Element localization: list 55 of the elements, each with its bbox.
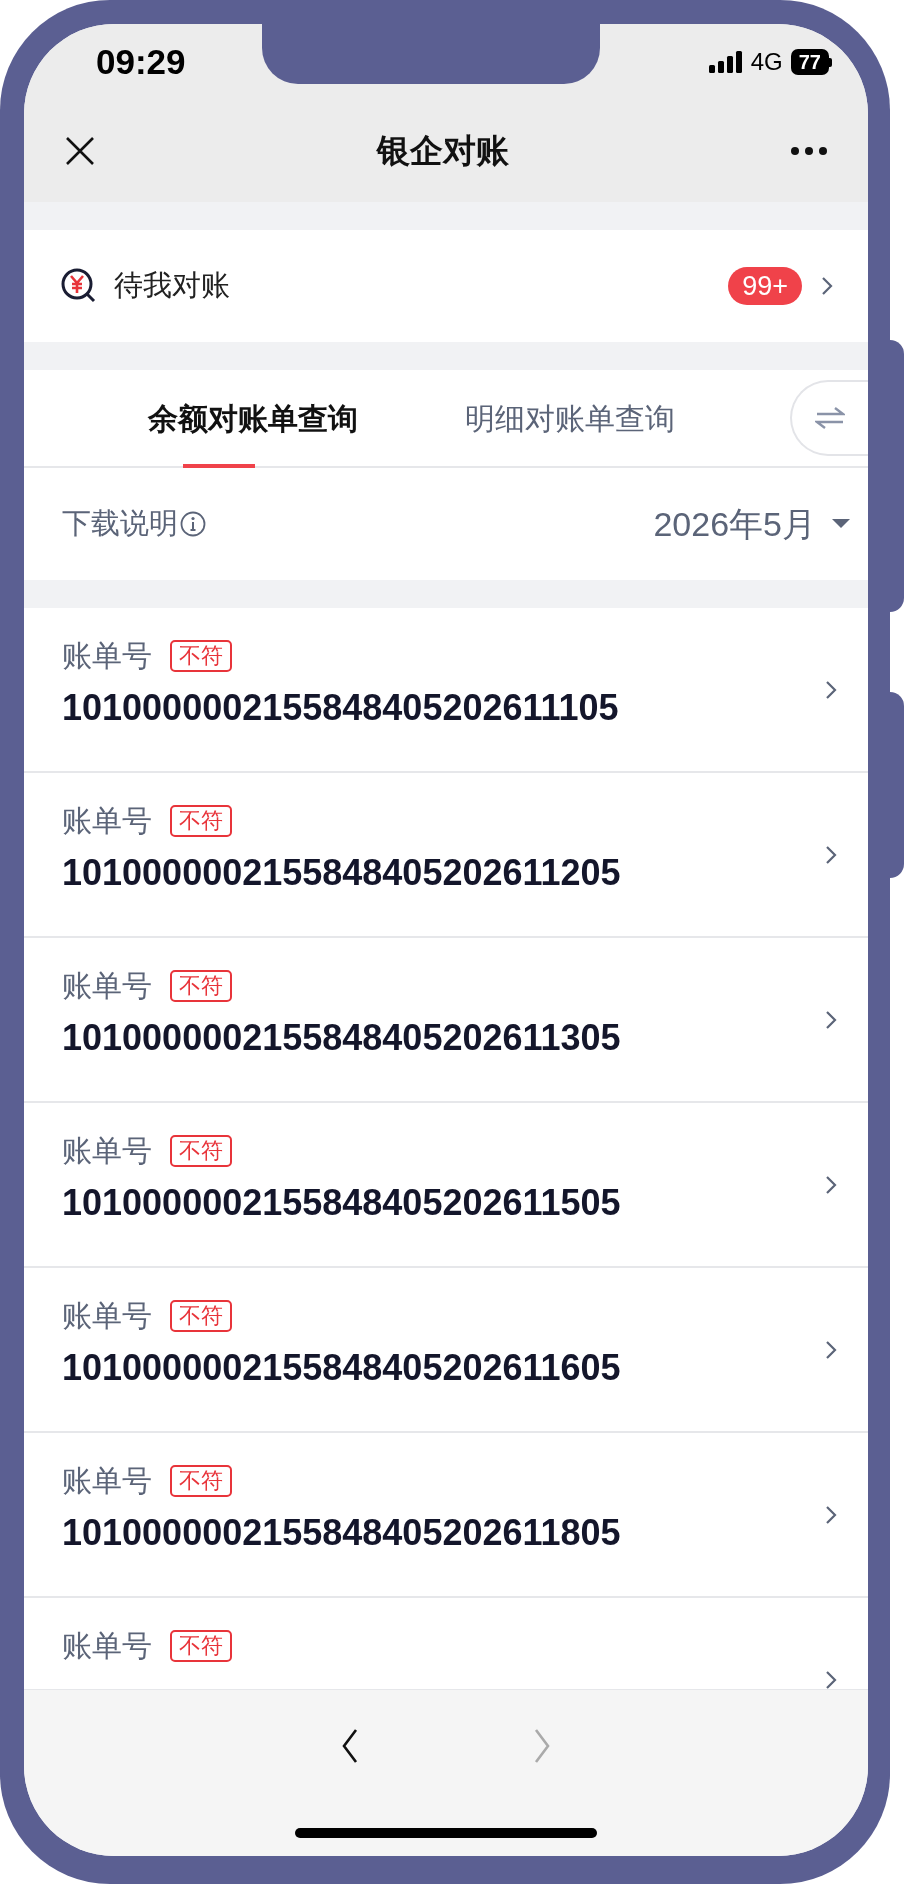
status-time: 09:29 <box>96 40 186 83</box>
pending-label: 待我对账 <box>114 268 231 304</box>
mismatch-tag: 不符 <box>170 1300 232 1332</box>
chevron-right-icon <box>824 1174 838 1195</box>
bill-label: 账单号 <box>62 1463 152 1499</box>
mismatch-tag: 不符 <box>170 970 232 1002</box>
bill-row[interactable]: 账单号 不符 1010000002155848405202611505 <box>24 1103 868 1268</box>
bill-label: 账单号 <box>62 1628 152 1664</box>
search-money-icon <box>60 267 98 305</box>
bill-row[interactable]: 账单号 不符 1010000002155848405202611105 <box>24 608 868 773</box>
chevron-right-icon <box>824 1669 838 1689</box>
chevron-right-icon <box>824 679 838 700</box>
info-icon[interactable] <box>180 511 206 537</box>
back-button[interactable] <box>340 1728 360 1764</box>
bill-number: 1010000002155848405202611505 <box>62 1181 622 1225</box>
signal-icon <box>708 51 743 73</box>
network-label: 4G <box>750 47 783 77</box>
swap-icon <box>814 407 845 429</box>
switch-button[interactable] <box>789 380 868 456</box>
chevron-right-icon <box>824 1504 838 1525</box>
bill-label: 账单号 <box>62 1133 152 1169</box>
download-help-link[interactable]: 下载说明 <box>62 502 178 546</box>
tab[interactable]: 余额对账单查询 <box>24 370 414 466</box>
bill-label: 账单号 <box>62 968 152 1004</box>
bill-number: 1010000002155848405202611805 <box>62 1511 622 1555</box>
tab[interactable]: 明细对账单查询 <box>413 370 790 466</box>
battery-level: 77 <box>790 49 829 75</box>
bill-row[interactable]: 账单号 不符 1010000002155848405202611605 <box>24 1268 868 1433</box>
pending-row[interactable]: 待我对账 99+ <box>24 230 868 342</box>
bill-row[interactable]: 账单号 不符 1010000002155848405202611805 <box>24 1433 868 1598</box>
mismatch-tag: 不符 <box>170 1135 232 1167</box>
bill-row[interactable]: 账单号 不符 1010000002155848405202611305 <box>24 938 868 1103</box>
mismatch-tag: 不符 <box>170 1465 232 1497</box>
month-dropdown[interactable]: 2026年5月 <box>653 498 850 550</box>
bill-number: 1010000002155848405202611305 <box>62 1016 622 1060</box>
close-icon[interactable] <box>64 135 96 167</box>
mismatch-tag: 不符 <box>170 805 232 837</box>
count-badge: 99+ <box>728 267 802 305</box>
page-title: 银企对账 <box>377 131 509 172</box>
bill-label: 账单号 <box>62 638 152 674</box>
battery-tip <box>829 57 832 67</box>
bill-number: 1010000002155848405202611205 <box>62 851 622 895</box>
chevron-right-icon <box>824 844 838 865</box>
chevron-right-icon <box>824 1339 838 1360</box>
more-icon[interactable] <box>790 146 828 156</box>
bill-number: 1010000002155848405202611105 <box>62 686 620 730</box>
chevron-right-icon <box>820 276 834 296</box>
mismatch-tag: 不符 <box>170 640 232 672</box>
mismatch-tag: 不符 <box>170 1630 232 1662</box>
bill-number: 1010000002155848405202611605 <box>62 1346 622 1390</box>
bill-label: 账单号 <box>62 1298 152 1334</box>
bill-row[interactable]: 账单号 不符 1010000002155848405202611205 <box>24 773 868 938</box>
caret-down-icon <box>832 519 850 529</box>
bill-label: 账单号 <box>62 803 152 839</box>
chevron-right-icon <box>824 1009 838 1030</box>
